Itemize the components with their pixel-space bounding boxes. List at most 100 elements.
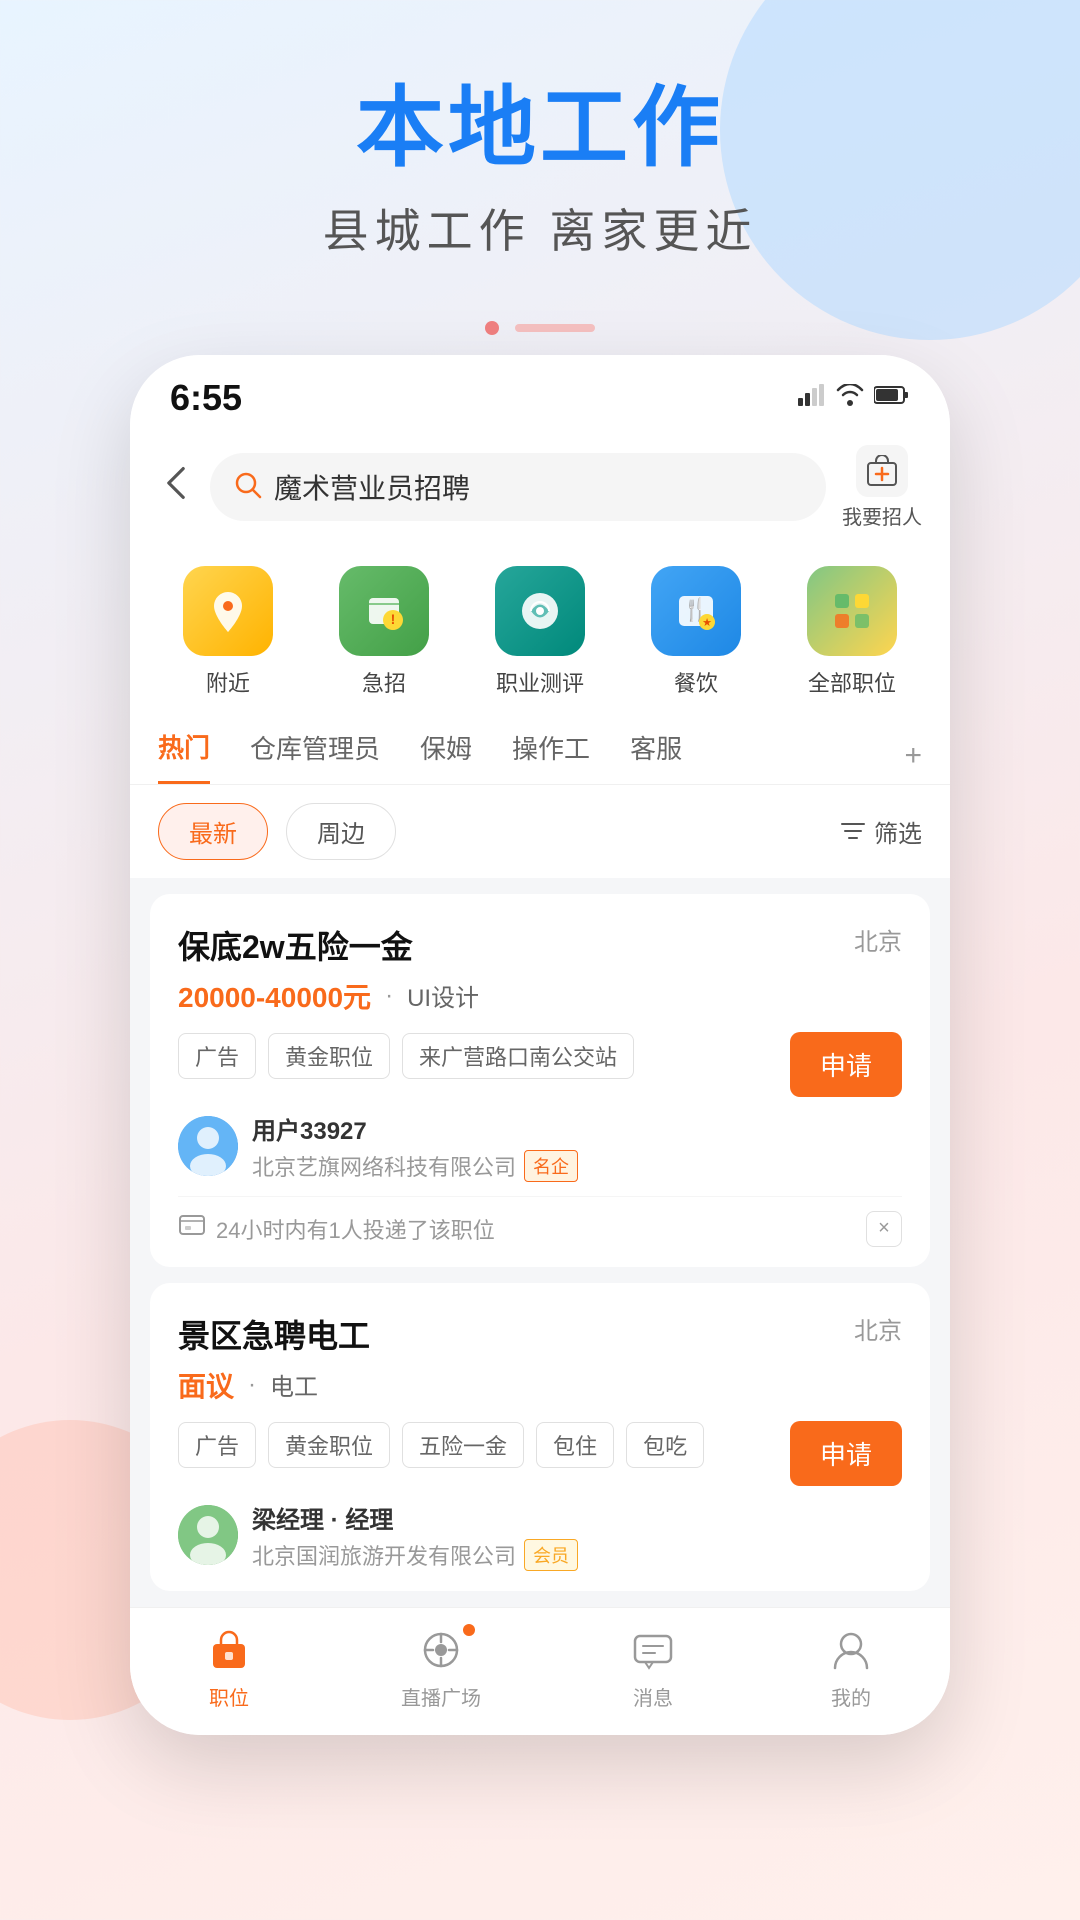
job-card-1: 保底2w五险一金 北京 20000-40000元 · UI设计 广告 黄金职位 … bbox=[150, 894, 930, 1267]
job1-tags-row: 广告 黄金职位 来广营路口南公交站 申请 bbox=[178, 1032, 902, 1097]
back-button[interactable] bbox=[158, 459, 194, 516]
job2-recruiter-row: 梁经理 · 经理 北京国润旅游开发有限公司 会员 bbox=[178, 1500, 902, 1571]
filter-screen-button[interactable]: 筛选 bbox=[840, 814, 922, 849]
job2-tag-ad: 广告 bbox=[178, 1422, 256, 1468]
job2-tag-meals: 包吃 bbox=[626, 1422, 704, 1468]
nav-mine-label: 我的 bbox=[831, 1682, 871, 1711]
indicator-line bbox=[515, 324, 595, 332]
job2-avatar bbox=[178, 1505, 238, 1565]
filter-nearby[interactable]: 周边 bbox=[286, 803, 396, 860]
page-header: 本地工作 县城工作 离家更近 bbox=[0, 0, 1080, 291]
filter-row: 最新 周边 筛选 bbox=[130, 785, 950, 878]
urgent-icon: ! bbox=[339, 566, 429, 656]
category-all[interactable]: 全部职位 bbox=[807, 566, 897, 698]
tab-hot[interactable]: 热门 bbox=[158, 728, 210, 784]
all-label: 全部职位 bbox=[808, 666, 896, 698]
category-career[interactable]: 职业测评 bbox=[495, 566, 585, 698]
job1-header: 保底2w五险一金 北京 bbox=[178, 922, 902, 968]
job2-type: 电工 bbox=[270, 1367, 318, 1402]
job1-tags: 广告 黄金职位 来广营路口南公交站 bbox=[178, 1033, 634, 1079]
status-bar: 6:55 bbox=[130, 355, 950, 429]
recruit-label: 我要招人 bbox=[842, 501, 922, 530]
job2-salary: 面议 bbox=[178, 1365, 234, 1405]
nav-mine-icon bbox=[825, 1624, 877, 1676]
nav-jobs[interactable]: 职位 bbox=[203, 1624, 255, 1711]
svg-text:★: ★ bbox=[702, 617, 712, 629]
food-label: 餐饮 bbox=[674, 666, 718, 698]
search-area: 魔术营业员招聘 我要招人 bbox=[130, 429, 950, 546]
job2-title: 景区急聘电工 bbox=[178, 1311, 370, 1357]
tabs-row: 热门 仓库管理员 保姆 操作工 客服 + bbox=[130, 708, 950, 785]
filter-latest[interactable]: 最新 bbox=[158, 803, 268, 860]
recruit-button[interactable]: 我要招人 bbox=[842, 445, 922, 530]
category-urgent[interactable]: ! 急招 bbox=[339, 566, 429, 698]
job1-salary: 20000-40000元 bbox=[178, 976, 371, 1016]
job1-recruiter-info: 用户33927 北京艺旗网络科技有限公司 名企 bbox=[252, 1111, 578, 1182]
nav-message-label: 消息 bbox=[633, 1682, 673, 1711]
svg-text:!: ! bbox=[391, 611, 396, 627]
career-label: 职业测评 bbox=[496, 666, 584, 698]
tab-warehouse[interactable]: 仓库管理员 bbox=[250, 729, 380, 782]
status-time: 6:55 bbox=[170, 377, 242, 419]
job-card-2: 景区急聘电工 北京 面议 · 电工 广告 黄金职位 五险一金 包住 包吃 申请 bbox=[150, 1283, 930, 1591]
food-icon: 🍴★ bbox=[651, 566, 741, 656]
job1-close-button[interactable]: × bbox=[866, 1211, 902, 1247]
job1-notice: 24小时内有1人投递了该职位 × bbox=[178, 1196, 902, 1247]
nav-jobs-label: 职位 bbox=[209, 1682, 249, 1711]
recruit-icon bbox=[856, 445, 908, 497]
job1-notice-text: 24小时内有1人投递了该职位 bbox=[216, 1213, 856, 1245]
nav-message-icon bbox=[627, 1624, 679, 1676]
notice-icon bbox=[178, 1212, 206, 1245]
job1-type: UI设计 bbox=[407, 978, 479, 1013]
nav-message[interactable]: 消息 bbox=[627, 1624, 679, 1711]
job1-salary-row: 20000-40000元 · UI设计 bbox=[178, 976, 902, 1016]
nav-live-dot bbox=[463, 1624, 475, 1636]
job2-location: 北京 bbox=[854, 1311, 902, 1346]
page-indicators bbox=[0, 321, 1080, 335]
search-input[interactable]: 魔术营业员招聘 bbox=[274, 467, 470, 507]
job2-tags-row: 广告 黄金职位 五险一金 包住 包吃 申请 bbox=[178, 1421, 902, 1486]
bottom-nav: 职位 直播广场 消息 我的 bbox=[130, 1607, 950, 1735]
job1-company: 北京艺旗网络科技有限公司 名企 bbox=[252, 1150, 578, 1182]
nearby-icon bbox=[183, 566, 273, 656]
job2-tag-housing: 包住 bbox=[536, 1422, 614, 1468]
job1-apply-button[interactable]: 申请 bbox=[790, 1032, 902, 1097]
status-icons bbox=[798, 384, 910, 412]
nav-jobs-icon bbox=[203, 1624, 255, 1676]
job1-company-badge: 名企 bbox=[524, 1150, 578, 1182]
filter-label: 筛选 bbox=[874, 814, 922, 849]
search-icon bbox=[234, 471, 262, 504]
job2-company-badge: 会员 bbox=[524, 1539, 578, 1571]
job1-tag-ad: 广告 bbox=[178, 1033, 256, 1079]
signal-icon bbox=[798, 384, 826, 412]
career-icon bbox=[495, 566, 585, 656]
tab-more-button[interactable]: + bbox=[904, 739, 922, 773]
job1-title: 保底2w五险一金 bbox=[178, 922, 413, 968]
job2-header: 景区急聘电工 北京 bbox=[178, 1311, 902, 1357]
tab-nanny[interactable]: 保姆 bbox=[420, 729, 472, 782]
search-bar[interactable]: 魔术营业员招聘 bbox=[210, 453, 826, 521]
job2-tag-gold: 黄金职位 bbox=[268, 1422, 390, 1468]
job1-tag-location: 来广营路口南公交站 bbox=[402, 1033, 634, 1079]
wifi-icon bbox=[836, 384, 864, 411]
category-nearby[interactable]: 附近 bbox=[183, 566, 273, 698]
category-row: 附近 ! 急招 职业测评 🍴★ 餐饮 全部职位 bbox=[130, 546, 950, 708]
tab-service[interactable]: 客服 bbox=[630, 729, 682, 782]
nav-live[interactable]: 直播广场 bbox=[401, 1624, 481, 1711]
category-food[interactable]: 🍴★ 餐饮 bbox=[651, 566, 741, 698]
nav-mine[interactable]: 我的 bbox=[825, 1624, 877, 1711]
job1-tag-gold: 黄金职位 bbox=[268, 1033, 390, 1079]
job1-divider: · bbox=[385, 982, 393, 1010]
indicator-dot-active bbox=[485, 321, 499, 335]
tab-operator[interactable]: 操作工 bbox=[512, 729, 590, 782]
nearby-label: 附近 bbox=[206, 666, 250, 698]
job1-recruiter-name: 用户33927 bbox=[252, 1111, 578, 1146]
job2-tags: 广告 黄金职位 五险一金 包住 包吃 bbox=[178, 1422, 704, 1468]
phone-mockup: 6:55 魔术营业员招聘 我要招人 bbox=[130, 355, 950, 1735]
job2-tag-insurance: 五险一金 bbox=[402, 1422, 524, 1468]
nav-live-icon bbox=[415, 1624, 467, 1676]
job2-divider: · bbox=[248, 1371, 256, 1399]
page-title: 本地工作 bbox=[0, 80, 1080, 177]
job2-apply-button[interactable]: 申请 bbox=[790, 1421, 902, 1486]
nav-live-label: 直播广场 bbox=[401, 1682, 481, 1711]
